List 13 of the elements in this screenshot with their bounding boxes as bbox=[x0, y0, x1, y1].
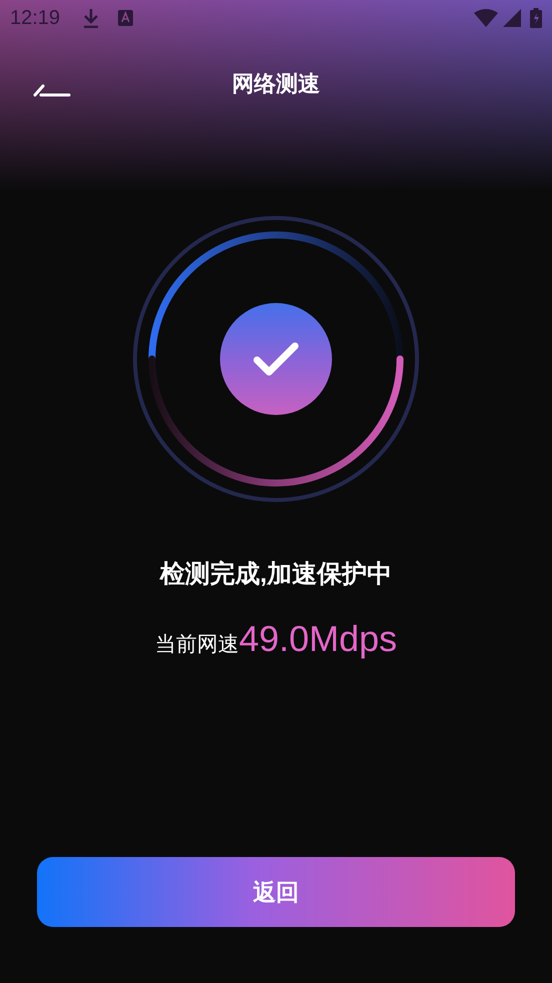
signal-icon bbox=[503, 9, 521, 27]
check-icon bbox=[253, 342, 299, 376]
text-box-icon bbox=[118, 10, 134, 26]
status-time: 12:19 bbox=[10, 6, 60, 31]
speed-value: 49.0Mdps bbox=[238, 616, 398, 660]
back-icon bbox=[33, 83, 71, 97]
page-title: 网络测速 bbox=[232, 70, 320, 98]
wifi-icon bbox=[474, 9, 498, 27]
back-action-button[interactable]: 返回 bbox=[37, 857, 515, 927]
speed-label: 当前网速 bbox=[154, 632, 239, 658]
status-message: 检测完成,加速保护中 bbox=[160, 559, 392, 590]
download-icon bbox=[82, 8, 100, 28]
battery-icon bbox=[530, 8, 542, 28]
